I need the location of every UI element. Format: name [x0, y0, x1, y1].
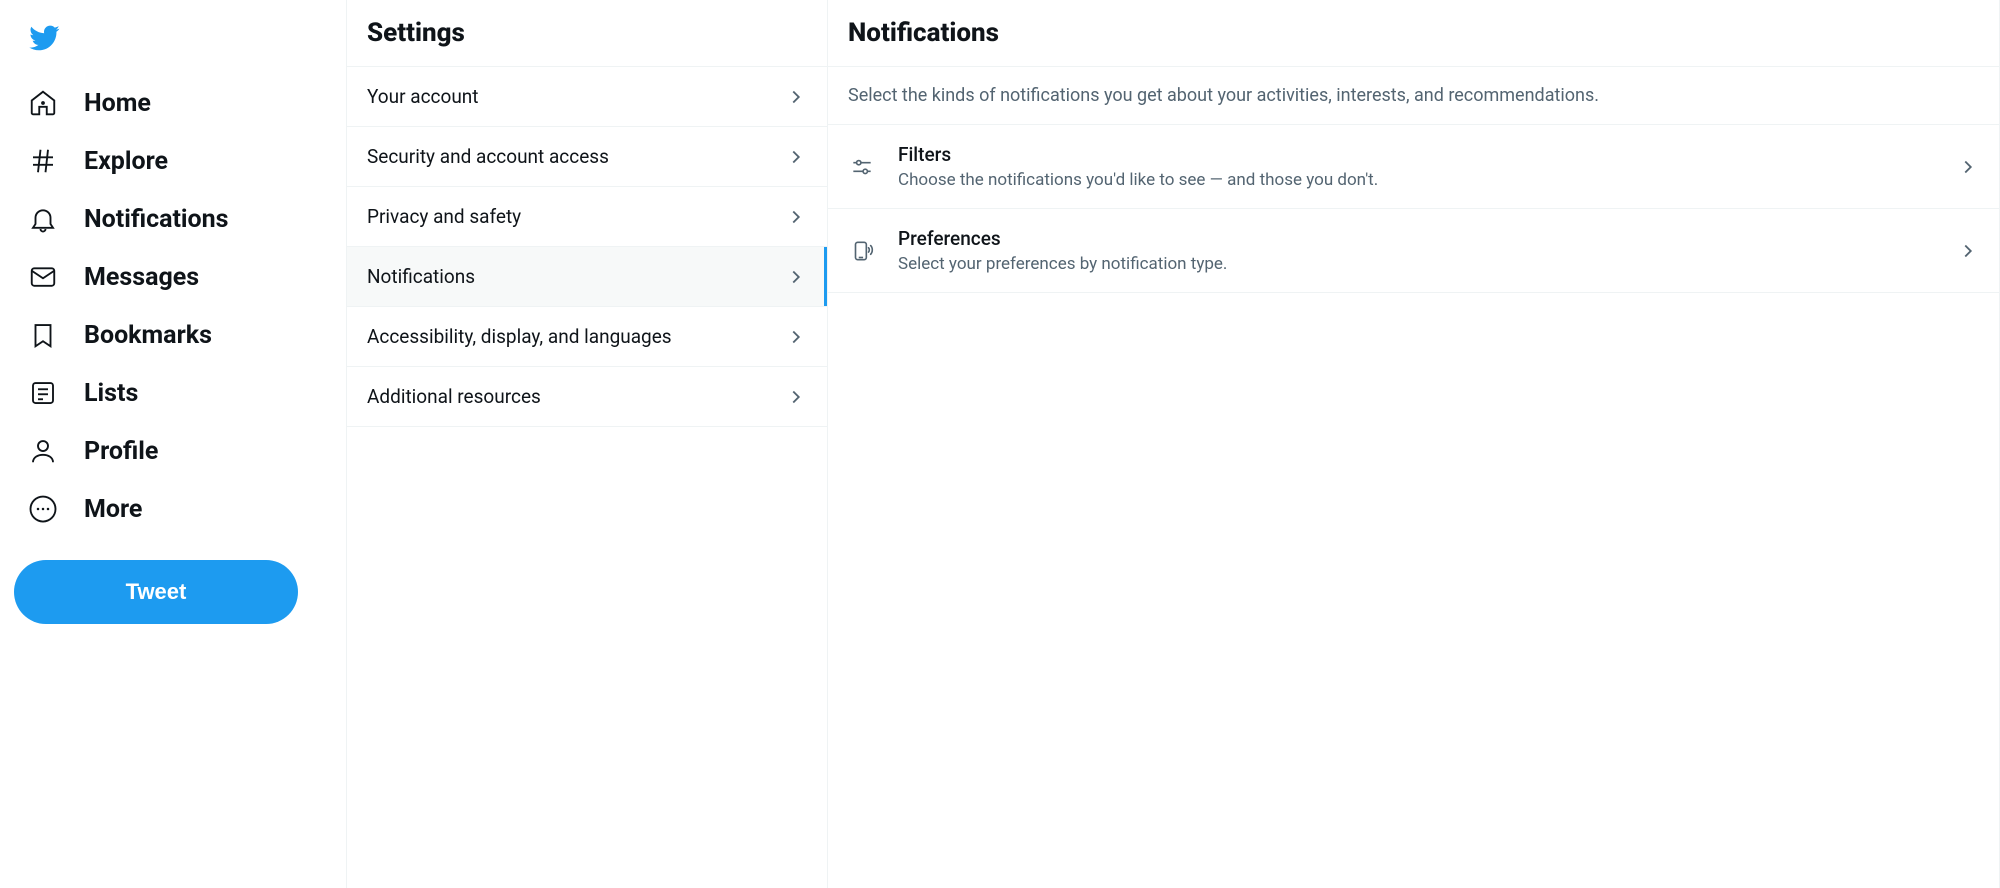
settings-column: Settings Your account Security and accou…: [346, 0, 828, 888]
envelope-icon: [28, 262, 58, 292]
settings-item-security[interactable]: Security and account access: [347, 127, 827, 187]
nav-label: Bookmarks: [84, 321, 212, 350]
settings-item-privacy[interactable]: Privacy and safety: [347, 187, 827, 247]
settings-item-label: Notifications: [367, 265, 475, 288]
nav-label: Profile: [84, 437, 158, 466]
settings-item-notifications[interactable]: Notifications: [347, 247, 827, 307]
detail-item-subtitle: Select your preferences by notification …: [898, 254, 1935, 274]
nav-lists[interactable]: Lists: [14, 364, 332, 422]
chevron-right-icon: [785, 206, 807, 228]
detail-text: Filters Choose the notifications you'd l…: [898, 143, 1935, 190]
detail-title: Notifications: [828, 0, 1999, 67]
settings-item-label: Additional resources: [367, 385, 541, 408]
nav-home[interactable]: Home: [14, 74, 332, 132]
primary-nav: Home Explore Notifications Messages Book…: [0, 0, 346, 888]
detail-text: Preferences Select your preferences by n…: [898, 227, 1935, 274]
settings-item-label: Your account: [367, 85, 479, 108]
detail-item-subtitle: Choose the notifications you'd like to s…: [898, 170, 1935, 190]
chevron-right-icon: [785, 86, 807, 108]
settings-item-label: Accessibility, display, and languages: [367, 325, 672, 348]
nav-messages[interactable]: Messages: [14, 248, 332, 306]
settings-item-account[interactable]: Your account: [347, 67, 827, 127]
nav-bookmarks[interactable]: Bookmarks: [14, 306, 332, 364]
chevron-right-icon: [785, 386, 807, 408]
nav-notifications[interactable]: Notifications: [14, 190, 332, 248]
chevron-right-icon: [785, 326, 807, 348]
bell-icon: [28, 204, 58, 234]
chevron-right-icon: [1957, 156, 1979, 178]
more-icon: [28, 494, 58, 524]
detail-item-title: Preferences: [898, 227, 1935, 250]
settings-title: Settings: [347, 0, 827, 67]
nav-label: Messages: [84, 263, 199, 292]
chevron-right-icon: [1957, 240, 1979, 262]
settings-item-additional[interactable]: Additional resources: [347, 367, 827, 427]
detail-column: Notifications Select the kinds of notifi…: [828, 0, 2000, 888]
nav-profile[interactable]: Profile: [14, 422, 332, 480]
list-icon: [28, 378, 58, 408]
detail-description: Select the kinds of notifications you ge…: [828, 67, 1999, 125]
filters-icon: [848, 153, 876, 181]
detail-item-preferences[interactable]: Preferences Select your preferences by n…: [828, 209, 1999, 293]
nav-label: Notifications: [84, 205, 229, 234]
tweet-button[interactable]: Tweet: [14, 560, 298, 624]
nav-label: Explore: [84, 147, 168, 176]
nav-more[interactable]: More: [14, 480, 332, 538]
settings-item-label: Security and account access: [367, 145, 609, 168]
nav-label: More: [84, 495, 142, 524]
nav-label: Lists: [84, 379, 138, 408]
chevron-right-icon: [785, 146, 807, 168]
settings-item-accessibility[interactable]: Accessibility, display, and languages: [347, 307, 827, 367]
home-icon: [28, 88, 58, 118]
detail-item-filters[interactable]: Filters Choose the notifications you'd l…: [828, 125, 1999, 209]
detail-item-title: Filters: [898, 143, 1935, 166]
settings-item-label: Privacy and safety: [367, 205, 521, 228]
device-icon: [848, 237, 876, 265]
nav-explore[interactable]: Explore: [14, 132, 332, 190]
hash-icon: [28, 146, 58, 176]
nav-label: Home: [84, 89, 151, 118]
twitter-logo[interactable]: [14, 8, 74, 68]
person-icon: [28, 436, 58, 466]
bookmark-icon: [28, 320, 58, 350]
chevron-right-icon: [785, 266, 807, 288]
twitter-bird-icon: [28, 17, 60, 59]
